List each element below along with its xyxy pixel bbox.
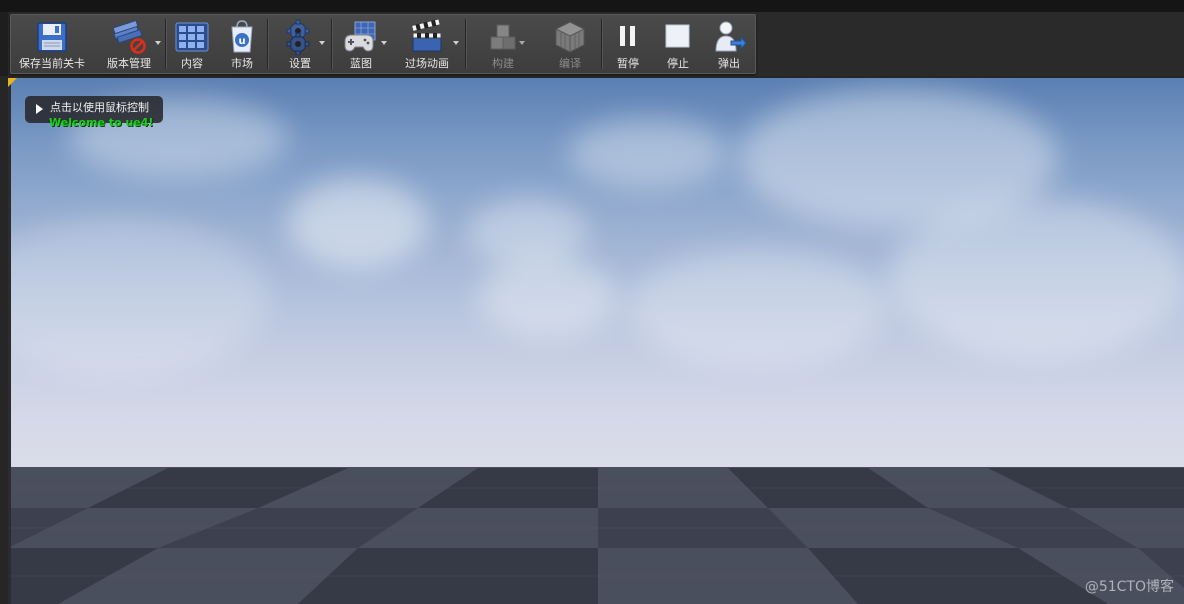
level-viewport[interactable] <box>8 78 1184 604</box>
compile-label: 编译 <box>559 57 581 70</box>
eject-label: 弹出 <box>718 57 740 70</box>
toolbar-area: 保存当前关卡 版本管理 内容 u 市场 设置 蓝图 过场动画 构建 编译 暂停 … <box>0 12 1184 76</box>
marketplace-button[interactable]: u 市场 <box>217 15 267 73</box>
settings-label: 设置 <box>289 57 311 70</box>
settings-button[interactable]: 设置 <box>269 15 331 73</box>
settings-dropdown-arrow[interactable] <box>319 41 325 45</box>
build-dropdown-arrow[interactable] <box>519 41 525 45</box>
blueprint-label: 蓝图 <box>350 57 372 70</box>
clapperboard-icon <box>407 19 447 55</box>
play-arrow-icon <box>36 104 43 114</box>
eject-person-icon <box>709 19 749 55</box>
content-label: 内容 <box>181 57 203 70</box>
eject-button[interactable]: 弹出 <box>703 15 755 73</box>
save-current-level-button[interactable]: 保存当前关卡 <box>11 15 93 73</box>
source-control-button[interactable]: 版本管理 <box>93 15 165 73</box>
blueprint-dropdown-arrow[interactable] <box>381 41 387 45</box>
welcome-message: Welcome to ue4! <box>49 116 154 129</box>
build-blocks-icon <box>483 19 523 55</box>
build-label: 构建 <box>492 57 514 70</box>
marketplace-label: 市场 <box>231 57 253 70</box>
cinematics-label: 过场动画 <box>405 57 449 70</box>
watermark: @51CTO博客 <box>1084 579 1174 595</box>
marketplace-icon: u <box>222 19 262 55</box>
stop-button[interactable]: 停止 <box>653 15 703 73</box>
unreal-editor-window: 保存当前关卡 版本管理 内容 u 市场 设置 蓝图 过场动画 构建 编译 暂停 … <box>0 0 1184 604</box>
pause-icon <box>608 19 648 55</box>
blueprint-button[interactable]: 蓝图 <box>333 15 389 73</box>
source-control-dropdown-arrow[interactable] <box>155 41 161 45</box>
blueprint-gamepad-icon <box>341 19 381 55</box>
cinematics-button[interactable]: 过场动画 <box>389 15 465 73</box>
checker-floor <box>8 468 1184 604</box>
viewport-options-corner[interactable] <box>8 78 17 87</box>
source-control-icon <box>109 19 149 55</box>
stop-icon <box>658 19 698 55</box>
cinematics-dropdown-arrow[interactable] <box>453 41 459 45</box>
save-current-level-label: 保存当前关卡 <box>19 57 85 70</box>
save-floppy-icon <box>32 19 72 55</box>
level-editor-toolbar: 保存当前关卡 版本管理 内容 u 市场 设置 蓝图 过场动画 构建 编译 暂停 … <box>10 14 756 74</box>
source-control-label: 版本管理 <box>107 57 151 70</box>
stop-label: 停止 <box>667 57 689 70</box>
content-button[interactable]: 内容 <box>167 15 217 73</box>
pause-button[interactable]: 暂停 <box>603 15 653 73</box>
build-button[interactable]: 构建 <box>467 15 539 73</box>
compile-cube-icon <box>550 19 590 55</box>
content-browser-icon <box>172 19 212 55</box>
pause-label: 暂停 <box>617 57 639 70</box>
mouse-control-hint-text: 点击以使用鼠标控制 <box>50 101 149 114</box>
settings-gear-icon <box>280 19 320 55</box>
svg-text:u: u <box>238 36 245 47</box>
compile-button[interactable]: 编译 <box>539 15 601 73</box>
